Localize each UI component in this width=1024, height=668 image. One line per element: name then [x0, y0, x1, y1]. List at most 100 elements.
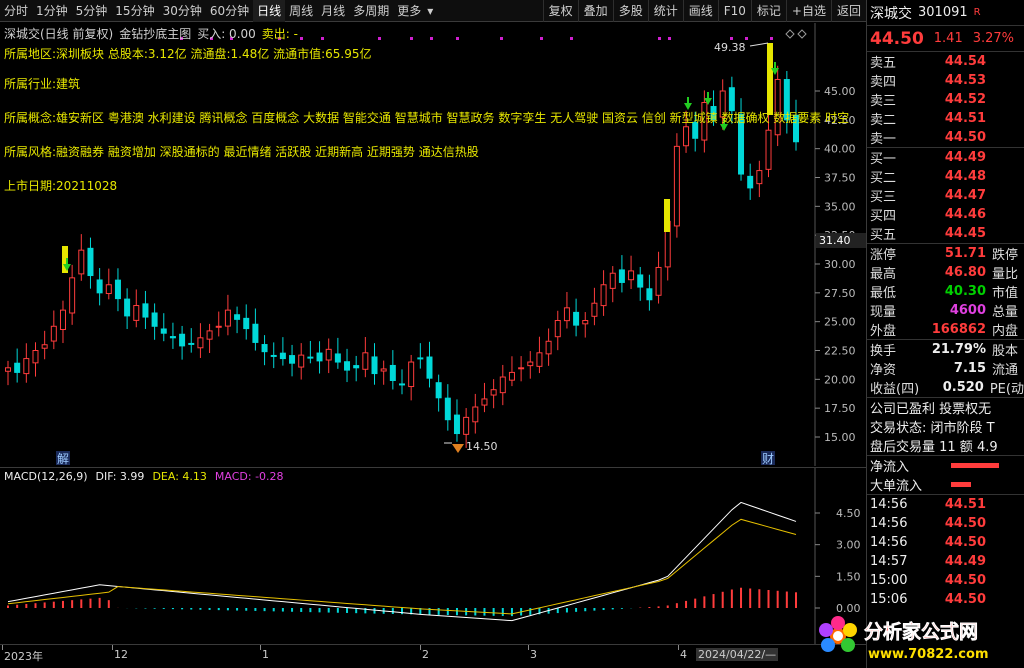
status-block: 公司已盈利 投票权无 交易状态: 闭市阶段 T 盘后交易量 11 额 4.9	[867, 397, 1024, 455]
period-tab-8[interactable]: 月线	[317, 0, 349, 22]
candle-body	[334, 353, 341, 363]
macd-value: MACD: -0.28	[214, 470, 284, 483]
candle-body	[32, 350, 39, 364]
candle-body	[508, 371, 515, 381]
y-tick-label: 35.00	[824, 200, 856, 213]
candle-body	[261, 344, 268, 353]
date-label-4: 3	[530, 648, 537, 661]
toolbar-buttons: 复权 叠加 多股 统计 画线 F10 标记 +自选 返回	[542, 0, 866, 22]
bid-row-1-value: 44.48	[944, 169, 986, 184]
stat-row-2-label: 最低	[870, 286, 897, 301]
tick-row-5-value: 44.50	[944, 592, 986, 607]
watermark-url: www.70822.com	[868, 647, 989, 662]
company-status: 公司已盈利 投票权无	[870, 402, 992, 417]
candle-body	[279, 352, 286, 360]
y-tick-label: 20.00	[824, 373, 856, 386]
toolbar-button-2[interactable]: 多股	[612, 0, 648, 22]
candle-body	[628, 270, 635, 281]
big-inflow-row: 大单流入	[867, 475, 1024, 494]
ask-row-0: 卖五 44.54	[867, 52, 1024, 71]
period-tab-5[interactable]: 60分钟	[206, 0, 253, 22]
stock-name-title[interactable]: 深城交(日线 前复权)	[4, 25, 113, 42]
candle-body	[637, 274, 644, 288]
candle-body	[344, 361, 351, 371]
candle-body	[582, 320, 589, 325]
candle-body	[417, 357, 424, 360]
stat2-row-0: 换手 21.79% 股本	[867, 340, 1024, 359]
net-inflow-bar	[951, 463, 999, 468]
quote-stats-2: 换手 21.79% 股本 净资 7.15 流通 收益(四) 0.520 PE(动	[867, 339, 1024, 397]
ask-row-0-value: 44.54	[944, 54, 986, 69]
quote-code: 301091	[918, 5, 968, 20]
tick-row-3-label: 14:57	[870, 554, 908, 569]
toolbar-button-0[interactable]: 复权	[542, 0, 578, 22]
watermark-logo: 分析家公式网 www.70822.com	[819, 616, 989, 662]
period-tab-6[interactable]: 日线	[253, 0, 286, 22]
period-tab-1[interactable]: 1分钟	[32, 0, 72, 22]
ask-row-4: 卖一 44.50	[867, 128, 1024, 147]
candle-body	[41, 344, 48, 349]
info-industry: 所属行业:建筑	[4, 77, 81, 91]
candle-body	[270, 354, 277, 357]
candle-body	[96, 279, 103, 294]
stat2-row-2-extra: PE(动	[989, 382, 1024, 397]
period-tab-2[interactable]: 5分钟	[72, 0, 112, 22]
toolbar-button-7[interactable]: +自选	[785, 0, 831, 22]
stat-row-0-label: 涨停	[870, 248, 897, 263]
stat-row-1-extra: 量比	[992, 267, 1019, 282]
period-tab-0[interactable]: 分时	[0, 0, 32, 22]
toolbar-button-1[interactable]: 叠加	[577, 0, 613, 22]
flow-block: 净流入 大单流入	[867, 455, 1024, 494]
signal-dot	[540, 37, 543, 40]
toolbar-button-5[interactable]: F10	[717, 0, 751, 22]
candle-body	[371, 356, 378, 375]
kline-chart[interactable]: 45.0042.5040.0037.5035.0032.5030.0027.50…	[0, 23, 866, 466]
candle-body	[325, 348, 332, 361]
period-tab-10[interactable]: 更多	[393, 0, 425, 22]
period-tab-7[interactable]: 周线	[285, 0, 317, 22]
stat-row-4: 外盘 166862 内盘	[867, 320, 1024, 339]
kline-svg[interactable]: 45.0042.5040.0037.5035.0032.5030.0027.50…	[0, 23, 866, 466]
info-styles: 所属风格:融资融券 融资增加 深股通标的 最近情绪 活跃股 近期新高 近期强势 …	[4, 145, 479, 159]
trade-status: 交易状态: 闭市阶段 T	[870, 421, 995, 436]
quote-change-pct: 3.27%	[972, 31, 1015, 46]
bid-row-0-value: 44.49	[944, 150, 986, 165]
indicator-name[interactable]: 金钻抄底主图	[119, 25, 191, 42]
period-tab-9[interactable]: 多周期	[349, 0, 393, 22]
stat-row-3-label: 现量	[870, 305, 897, 320]
candle-body	[747, 175, 754, 189]
tick-row-4-value: 44.50	[944, 573, 986, 588]
bid-row-4: 买五 44.45	[867, 224, 1024, 243]
tick-row-3: 14:57 44.49	[867, 552, 1024, 571]
y-tick-label: 15.00	[824, 431, 856, 444]
candle-body	[124, 298, 131, 317]
stat-row-4-value: 166862	[931, 322, 986, 337]
period-tab-3[interactable]: 15分钟	[111, 0, 158, 22]
y-tick-label: 45.00	[824, 85, 856, 98]
candle-body	[536, 352, 543, 367]
signal-dot	[430, 37, 433, 40]
macd-name[interactable]: MACD(12,26,9)	[4, 470, 88, 483]
y-tick-label: 40.00	[824, 143, 856, 156]
toolbar-button-8[interactable]: 返回	[830, 0, 866, 22]
toolbar-button-6[interactable]: 标记	[750, 0, 786, 22]
signal-dot	[321, 37, 324, 40]
candle-body	[380, 368, 387, 372]
signal-dot	[745, 37, 748, 40]
candle-body	[435, 382, 442, 399]
toolbar-button-3[interactable]: 统计	[647, 0, 683, 22]
more-dropdown-icon[interactable]: ▾	[425, 0, 435, 22]
dif-line	[7, 501, 797, 622]
candle-body	[50, 325, 57, 342]
stat-row-1: 最高 46.80 量比	[867, 263, 1024, 282]
candle-body	[179, 333, 186, 347]
stat-row-2-value: 40.30	[944, 284, 986, 299]
macd-svg[interactable]: 4.503.001.500.00	[0, 468, 866, 645]
toolbar-button-4[interactable]: 画线	[682, 0, 718, 22]
candle-body	[316, 352, 323, 362]
y-tick-label: 25.00	[824, 316, 856, 329]
info-concepts: 所属概念:雄安新区 粤港澳 水利建设 腾讯概念 百度概念 大数据 智能交通 智慧…	[4, 111, 850, 125]
candle-body	[655, 266, 662, 296]
macd-chart[interactable]: 4.50 3.00 1.50 0.00 MACD(12,26,9) DIF: 3.99…	[0, 467, 866, 645]
period-tab-4[interactable]: 30分钟	[159, 0, 206, 22]
